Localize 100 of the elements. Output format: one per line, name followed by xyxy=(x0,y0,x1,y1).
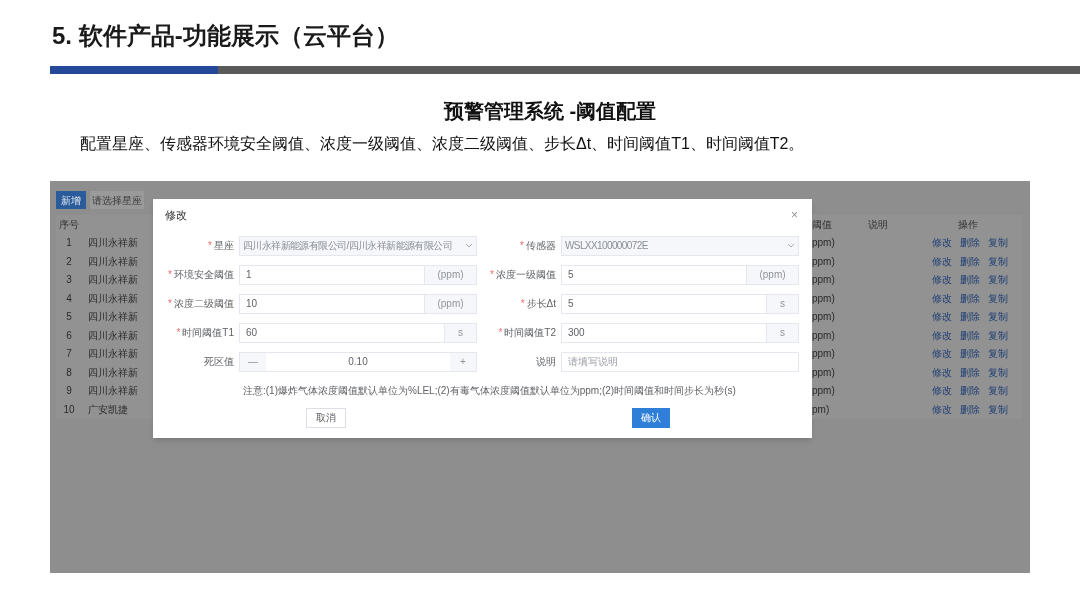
action-link[interactable]: 复制 xyxy=(988,327,1008,343)
action-link[interactable]: 修改 xyxy=(932,364,952,380)
action-link[interactable]: 修改 xyxy=(932,309,952,325)
required-mark: * xyxy=(168,268,172,282)
action-link[interactable]: 复制 xyxy=(988,364,1008,380)
action-link[interactable]: 修改 xyxy=(932,346,952,362)
chevron-down-icon xyxy=(787,243,795,248)
table-cell-text: 四川永祥新 xyxy=(88,328,138,343)
cancel-button[interactable]: 取消 xyxy=(306,407,346,428)
table-cell-text: 四川永祥新 xyxy=(88,347,138,362)
field-label: 步长Δt xyxy=(526,297,556,311)
action-link[interactable]: 删除 xyxy=(960,309,980,325)
action-link[interactable]: 删除 xyxy=(960,346,980,362)
action-link[interactable]: 修改 xyxy=(932,383,952,399)
unit-label: s xyxy=(767,293,799,314)
required-mark: * xyxy=(168,297,172,311)
column-header: 阈值 xyxy=(812,217,833,232)
table-cell-text: 4 xyxy=(65,291,73,306)
table-cell-text: 四川永祥新 xyxy=(88,273,138,288)
action-link[interactable]: 复制 xyxy=(988,253,1008,269)
action-link[interactable]: 删除 xyxy=(960,253,980,269)
table-cell-text: ppm) xyxy=(812,347,836,362)
table-cell-text: 四川永祥新 xyxy=(88,254,138,269)
action-link[interactable]: 删除 xyxy=(960,364,980,380)
field-label: 时间阈值T1 xyxy=(182,326,234,340)
action-link[interactable]: 删除 xyxy=(960,290,980,306)
table-cell-text: pm) xyxy=(812,402,831,417)
field-label: 死区值 xyxy=(204,355,234,369)
input-field[interactable]: 60 xyxy=(239,322,445,343)
input-field[interactable]: 1 xyxy=(239,264,425,285)
action-link[interactable]: 复制 xyxy=(988,272,1008,288)
table-cell-text: ppm) xyxy=(812,328,836,343)
section-heading: 预警管理系统 -阈值配置 xyxy=(442,99,658,124)
action-link[interactable]: 修改 xyxy=(932,327,952,343)
input-field[interactable]: 10 xyxy=(239,293,425,314)
field-label: 浓度一级阈值 xyxy=(496,268,556,282)
table-cell-text: 2 xyxy=(65,254,73,269)
table-cell-text: 10 xyxy=(62,402,76,417)
action-link[interactable]: 复制 xyxy=(988,290,1008,306)
action-link[interactable]: 复制 xyxy=(988,346,1008,362)
table-cell-text: 广安凯捷 xyxy=(88,402,128,417)
column-header: 序号 xyxy=(58,217,80,232)
chevron-down-icon xyxy=(465,243,473,248)
action-link[interactable]: 删除 xyxy=(960,401,980,417)
field-label: 浓度二级阈值 xyxy=(174,297,234,311)
table-cell-text: 四川永祥新 xyxy=(88,365,138,380)
input-field[interactable]: 300 xyxy=(561,322,767,343)
action-link[interactable]: 复制 xyxy=(988,235,1008,251)
table-cell-text: 四川永祥新 xyxy=(88,236,138,251)
table-cell-text: 5 xyxy=(65,310,73,325)
input-field[interactable]: 5 xyxy=(561,264,747,285)
description: 配置星座、传感器环境安全阈值、浓度一级阈值、浓度二级阈值、步长Δt、时间阈值T1、时间阈值T2。 xyxy=(80,134,806,154)
table-cell-text: ppm) xyxy=(812,236,836,251)
dialog-title: 修改 xyxy=(165,208,187,223)
action-link[interactable]: 修改 xyxy=(932,290,952,306)
required-mark: * xyxy=(498,326,503,340)
field-label: 时间阈值T2 xyxy=(504,326,556,340)
field-label: 说明 xyxy=(536,355,556,369)
confirm-button[interactable]: 确认 xyxy=(632,407,670,428)
column-header: 说明 xyxy=(868,217,889,232)
table-cell-text: 8 xyxy=(65,365,73,380)
action-link[interactable]: 删除 xyxy=(960,327,980,343)
note-text: 注意:(1)爆炸气体浓度阈值默认单位为%LEL;(2)有毒气体浓度阈值默认单位为ppm;(2)时间阈值和时间步长为秒(s) xyxy=(243,383,737,398)
table-cell-text: ppm) xyxy=(812,273,836,288)
required-mark: * xyxy=(208,239,212,253)
close-button[interactable]: × xyxy=(791,209,798,222)
action-link[interactable]: 删除 xyxy=(960,383,980,399)
filter-field[interactable]: 请选择星座 xyxy=(90,191,144,209)
unit-label: s xyxy=(445,322,477,343)
action-link[interactable]: 修改 xyxy=(932,235,952,251)
unit-label: s xyxy=(767,322,799,343)
slide-title: 5. 软件产品-功能展示（云平台） xyxy=(52,21,400,51)
unit-label: (ppm) xyxy=(425,293,477,314)
table-cell-text: ppm) xyxy=(812,384,836,399)
action-link[interactable]: 修改 xyxy=(932,272,952,288)
column-header: 操作 xyxy=(958,217,978,232)
table-cell-text: 3 xyxy=(65,273,73,288)
action-link[interactable]: 删除 xyxy=(960,272,980,288)
table-cell-text: ppm) xyxy=(812,310,836,325)
unit-label: (ppm) xyxy=(425,264,477,285)
table-cell-text: 7 xyxy=(65,347,73,362)
table-cell-text: ppm) xyxy=(812,291,836,306)
table-cell-text: ppm) xyxy=(812,365,836,380)
add-button[interactable]: 新增 xyxy=(56,191,86,209)
table-cell-text: ppm) xyxy=(812,254,836,269)
action-link[interactable]: 修改 xyxy=(932,401,952,417)
table-cell-text: 四川永祥新 xyxy=(88,384,138,399)
unit-label: (ppm) xyxy=(747,264,799,285)
action-link[interactable]: 复制 xyxy=(988,309,1008,325)
action-link[interactable]: 复制 xyxy=(988,401,1008,417)
action-link[interactable]: 修改 xyxy=(932,253,952,269)
action-link[interactable]: 删除 xyxy=(960,235,980,251)
action-link[interactable]: 复制 xyxy=(988,383,1008,399)
field-label: 传感器 xyxy=(526,239,556,253)
input-field[interactable]: 请填写说明 xyxy=(561,351,799,372)
field-label: 星座 xyxy=(214,239,234,253)
table-cell-text: 1 xyxy=(65,236,73,251)
input-field[interactable]: 5 xyxy=(561,293,767,314)
field-label: 环境安全阈值 xyxy=(174,268,234,282)
required-mark: * xyxy=(176,326,181,340)
